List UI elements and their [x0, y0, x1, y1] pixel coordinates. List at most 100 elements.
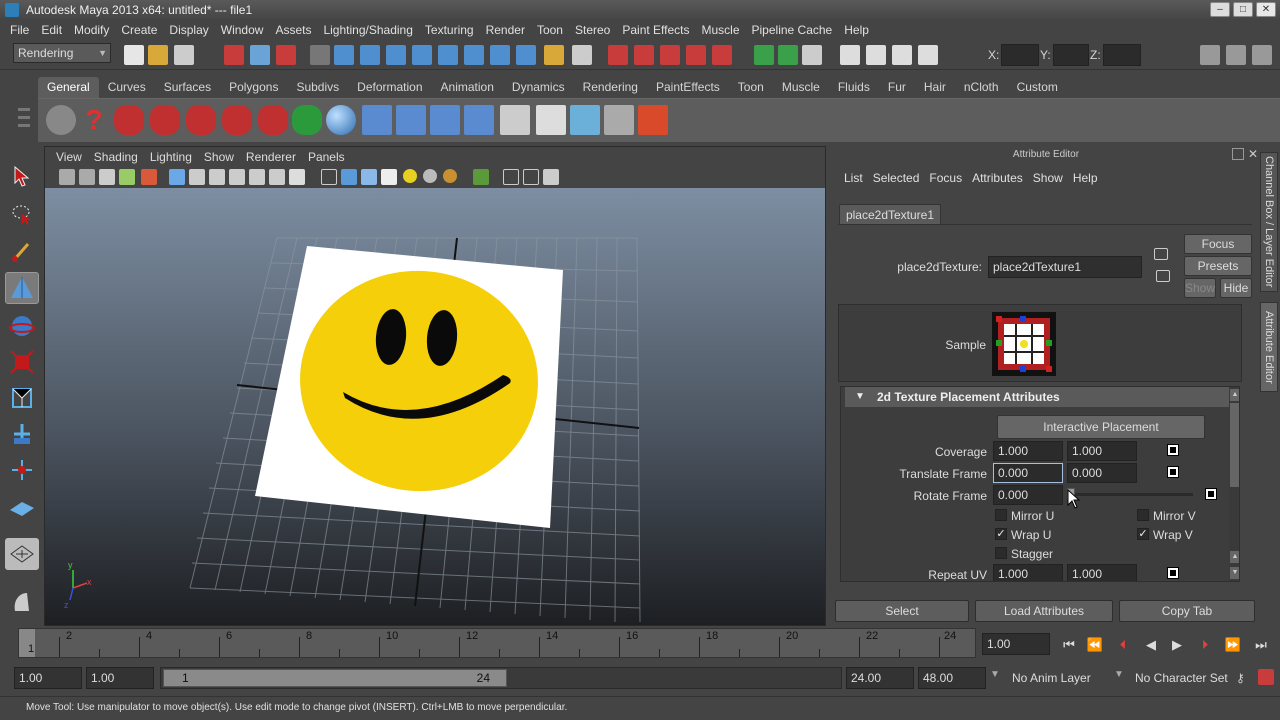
shelf-tab-deformation[interactable]: Deformation [348, 77, 431, 98]
menu-window[interactable]: Window [215, 23, 270, 37]
maximize-button[interactable]: □ [1233, 2, 1253, 17]
select-deformers-icon[interactable] [438, 45, 458, 65]
menu-assets[interactable]: Assets [269, 23, 317, 37]
output-ops-icon[interactable] [778, 45, 798, 65]
rotate-tool-icon[interactable] [5, 310, 39, 342]
select-object-icon[interactable] [250, 45, 270, 65]
anim-layer-icon[interactable]: ▼ [990, 669, 1004, 685]
isolate-select-icon[interactable] [473, 169, 489, 185]
stagger-checkbox[interactable] [995, 547, 1007, 559]
attribute-editor-tab[interactable]: Attribute Editor [1260, 302, 1278, 392]
sample-swatch[interactable] [992, 312, 1056, 376]
viewport-menu-renderer[interactable]: Renderer [240, 150, 302, 164]
last-tool-icon[interactable] [5, 492, 39, 524]
menu-muscle[interactable]: Muscle [696, 23, 746, 37]
translate-frame-map-icon[interactable] [1167, 466, 1179, 478]
show-button[interactable]: Show [1184, 278, 1216, 298]
ae-menu-help[interactable]: Help [1068, 171, 1103, 185]
node-name-field[interactable]: place2dTexture1 [988, 256, 1142, 278]
textured-icon[interactable] [381, 169, 397, 185]
image-plane-icon[interactable] [119, 169, 135, 185]
ae-menu-show[interactable]: Show [1028, 171, 1068, 185]
save-scene-icon[interactable] [174, 45, 194, 65]
universal-manipulator-icon[interactable] [5, 382, 39, 414]
wrap-v-checkbox[interactable]: ✓ [1137, 528, 1149, 540]
render-settings-icon[interactable] [892, 45, 912, 65]
go-to-start-icon[interactable]: ⏮ [1058, 635, 1080, 655]
shelf-panel-icon[interactable] [500, 105, 530, 135]
section-header[interactable]: ▼ 2d Texture Placement Attributes [845, 387, 1229, 407]
shelf-cube-2-icon[interactable] [604, 105, 634, 135]
menu-lighting-shading[interactable]: Lighting/Shading [317, 23, 418, 37]
highlight-selection-icon[interactable] [572, 45, 592, 65]
shadows-icon[interactable] [443, 169, 457, 183]
smooth-shade-icon[interactable] [341, 169, 357, 185]
presets-button[interactable]: Presets [1184, 256, 1252, 276]
step-forward-key-icon[interactable]: ⏵ [1194, 635, 1216, 655]
shelf-tool-2-icon[interactable] [150, 105, 180, 135]
shelf-tab-fluids[interactable]: Fluids [829, 77, 879, 98]
channel-box-tab[interactable]: Channel Box / Layer Editor [1260, 152, 1278, 292]
coverage-u-field[interactable]: 1.000 [993, 441, 1063, 461]
ae-menu-list[interactable]: List [839, 171, 868, 185]
menu-display[interactable]: Display [163, 23, 214, 37]
menu-create[interactable]: Create [115, 23, 163, 37]
select-dynamics-icon[interactable] [464, 45, 484, 65]
preferences-icon[interactable] [1258, 669, 1274, 685]
coverage-v-field[interactable]: 1.000 [1067, 441, 1137, 461]
lasso-tool-icon[interactable] [5, 198, 39, 230]
shelf-options-handle[interactable] [16, 78, 32, 140]
select-tool-icon[interactable] [5, 160, 39, 192]
menu-file[interactable]: File [4, 23, 35, 37]
shelf-joint-1-icon[interactable] [362, 105, 392, 135]
close-button[interactable]: ✕ [1256, 2, 1276, 17]
repeat-v-field[interactable]: 1.000 [1067, 564, 1137, 581]
hypershade-icon[interactable] [918, 45, 938, 65]
resolution-gate-icon[interactable] [209, 169, 225, 185]
new-scene-icon[interactable] [124, 45, 144, 65]
all-lights-icon[interactable] [423, 169, 437, 183]
help-question-icon[interactable]: ? [82, 105, 106, 135]
shelf-tool-6-icon[interactable] [292, 105, 322, 135]
shelf-paint-icon[interactable] [638, 105, 668, 135]
field-chart-icon[interactable] [249, 169, 265, 185]
translate-frame-v-field[interactable]: 0.000 [1067, 463, 1137, 483]
shelf-tab-toon[interactable]: Toon [729, 77, 773, 98]
float-panel-icon[interactable] [1232, 148, 1244, 160]
render-frame-icon[interactable] [840, 45, 860, 65]
layout-single-icon[interactable] [5, 538, 39, 570]
range-bar-handle[interactable]: 1 24 [163, 669, 507, 687]
camera-attributes-icon[interactable] [79, 169, 95, 185]
shelf-tab-fur[interactable]: Fur [879, 77, 915, 98]
repeat-u-field[interactable]: 1.000 [993, 564, 1063, 581]
open-scene-icon[interactable] [148, 45, 168, 65]
snap-view-plane-icon[interactable] [686, 45, 706, 65]
shelf-cube-icon[interactable] [570, 105, 600, 135]
bookmark-icon[interactable] [99, 169, 115, 185]
menu-modify[interactable]: Modify [68, 23, 115, 37]
play-forwards-icon[interactable]: ▶ [1166, 635, 1188, 655]
menu-stereo[interactable]: Stereo [569, 23, 616, 37]
viewport-menu-show[interactable]: Show [198, 150, 240, 164]
copy-tab-button[interactable]: Copy Tab [1119, 600, 1255, 622]
snap-point-icon[interactable] [660, 45, 680, 65]
translate-frame-u-field[interactable]: 0.000 [993, 463, 1063, 483]
menu-texturing[interactable]: Texturing [419, 23, 480, 37]
x-field[interactable] [1001, 44, 1039, 66]
minimize-button[interactable]: – [1210, 2, 1230, 17]
select-curves-icon[interactable] [386, 45, 406, 65]
shelf-joint-3-icon[interactable] [430, 105, 460, 135]
scale-tool-icon[interactable] [5, 346, 39, 378]
shelf-tool-5-icon[interactable] [258, 105, 288, 135]
shelf-tool-1-icon[interactable] [114, 105, 144, 135]
shelf-tab-rendering[interactable]: Rendering [574, 77, 647, 98]
close-panel-icon[interactable]: ✕ [1248, 147, 1258, 161]
layout-toggle-icon[interactable] [5, 586, 39, 618]
shelf-tab-curves[interactable]: Curves [99, 77, 155, 98]
show-hide-attribute-editor-icon[interactable] [1200, 45, 1220, 65]
shelf-tab-hair[interactable]: Hair [915, 77, 955, 98]
go-to-end-icon[interactable]: ⏭ [1250, 635, 1272, 655]
rotate-frame-field[interactable]: 0.000 [993, 485, 1063, 505]
z-field[interactable] [1103, 44, 1141, 66]
select-misc-icon[interactable] [516, 45, 536, 65]
